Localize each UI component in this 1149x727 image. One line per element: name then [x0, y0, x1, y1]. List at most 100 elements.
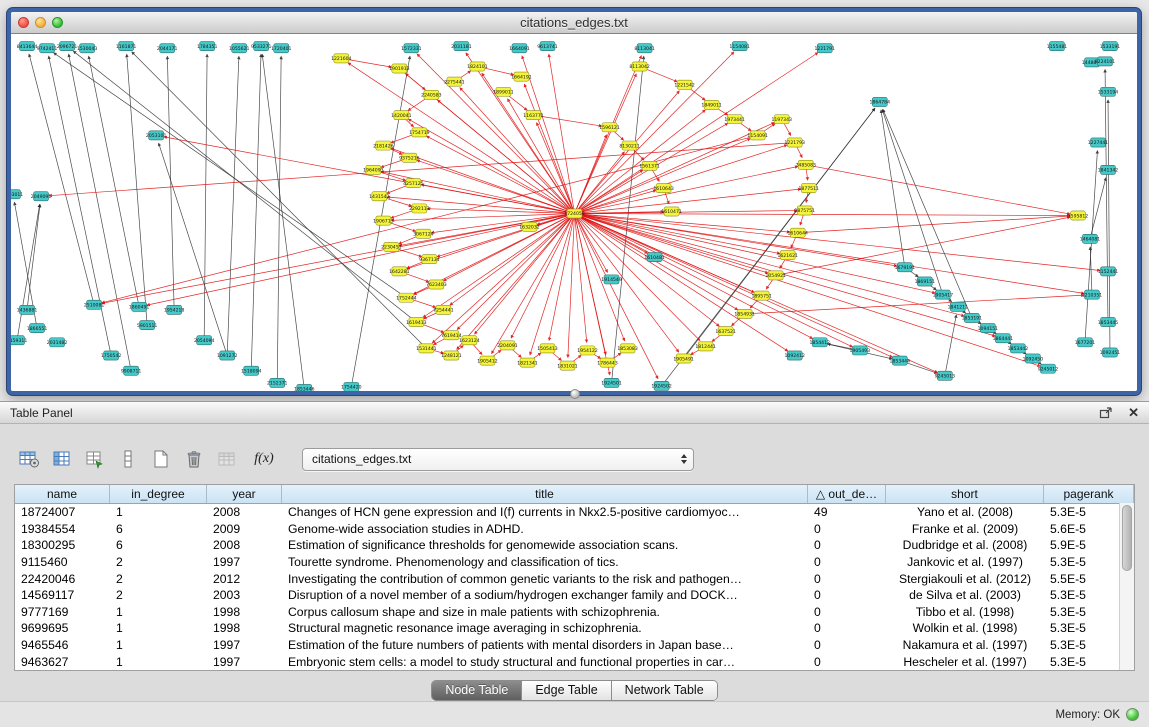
row-height-icon[interactable]: [115, 446, 141, 472]
network-node[interactable]: 1642281: [389, 267, 410, 276]
network-node[interactable]: 1679191: [895, 263, 916, 272]
create-new-table-icon[interactable]: [148, 446, 174, 472]
network-node[interactable]: 1092450: [1023, 354, 1044, 363]
network-node[interactable]: 1094151: [978, 324, 999, 333]
column-header-name[interactable]: name: [15, 485, 110, 503]
network-node[interactable]: 1055621: [229, 44, 250, 53]
column-header-in_degree[interactable]: in_degree: [110, 485, 207, 503]
network-node[interactable]: 1595812: [1068, 211, 1089, 220]
network-node[interactable]: 1227441: [1088, 138, 1109, 147]
network-node[interactable]: 1954122: [577, 346, 598, 355]
network-node[interactable]: 9224101: [1095, 57, 1116, 66]
network-node[interactable]: 1964093: [363, 165, 384, 174]
network-node[interactable]: 9159311: [11, 336, 27, 345]
table-row[interactable]: 2242004622012Investigating the contribut…: [15, 570, 1134, 587]
network-node[interactable]: 9375216: [399, 153, 420, 162]
column-header-title[interactable]: title: [282, 485, 808, 503]
network-node[interactable]: 1221542: [674, 80, 695, 89]
table-row[interactable]: 946554611997Estimation of the future num…: [15, 637, 1134, 654]
network-node[interactable]: 1152441: [1098, 267, 1119, 276]
table-row[interactable]: 946362711997Embryonic stem cells: a mode…: [15, 653, 1134, 670]
network-node[interactable]: 1812441: [695, 342, 716, 351]
network-node[interactable]: 1849011: [701, 100, 722, 109]
table-row[interactable]: 1872400712008Changes of HCN gene express…: [15, 504, 1134, 521]
network-node[interactable]: 1221604: [331, 54, 352, 63]
network-node[interactable]: 1092451: [1100, 348, 1121, 357]
network-node[interactable]: 1664191: [511, 72, 532, 81]
network-node[interactable]: 2292113: [409, 204, 430, 213]
tab-edge-table[interactable]: Edge Table: [522, 681, 611, 700]
network-node[interactable]: 1973441: [724, 115, 745, 124]
network-node[interactable]: 1091272: [217, 351, 238, 360]
network-node[interactable]: 1436881: [17, 305, 38, 314]
network-node[interactable]: 1054921: [765, 271, 786, 280]
network-node[interactable]: 1901913: [389, 64, 410, 73]
network-node[interactable]: 1561371: [639, 161, 660, 170]
function-builder-button[interactable]: f(x): [247, 447, 281, 471]
network-node[interactable]: 1877511: [798, 184, 819, 193]
network-node[interactable]: 1841342: [1098, 165, 1119, 174]
network-node[interactable]: 8113041: [634, 44, 655, 53]
minimize-button[interactable]: [35, 17, 46, 28]
column-header-year[interactable]: year: [207, 485, 282, 503]
network-node[interactable]: 1610643: [653, 184, 674, 193]
table-scrollbar[interactable]: [1119, 503, 1134, 670]
column-header-short[interactable]: short: [886, 485, 1044, 503]
network-node[interactable]: 1221791: [814, 44, 835, 53]
network-node[interactable]: 2181426: [373, 141, 394, 150]
network-node[interactable]: 1821341: [517, 358, 538, 367]
network-node[interactable]: 2230451: [381, 242, 402, 251]
network-node[interactable]: 9245013: [935, 371, 956, 380]
tab-network-table[interactable]: Network Table: [612, 681, 717, 700]
network-node[interactable]: 1869151: [915, 277, 936, 286]
network-node[interactable]: 1210351: [1082, 290, 1103, 299]
network-node[interactable]: 1197343: [771, 115, 792, 124]
network-node[interactable]: 1531441: [416, 344, 437, 353]
network-node[interactable]: 9245012: [1038, 364, 1059, 373]
network-node[interactable]: 1248121: [441, 351, 462, 360]
network-node[interactable]: 1572331: [401, 44, 422, 53]
network-node[interactable]: 1914549: [601, 275, 622, 284]
network-graph[interactable]: 1724059841364497424112096721153004311618…: [11, 34, 1137, 391]
window-titlebar[interactable]: citations_edges.txt: [11, 12, 1137, 34]
network-node[interactable]: 1664091: [509, 44, 530, 53]
network-node[interactable]: 1899011: [493, 87, 514, 96]
network-node[interactable]: 1610644: [787, 228, 808, 237]
delete-table-icon[interactable]: [181, 446, 207, 472]
show-columns-icon[interactable]: [49, 446, 75, 472]
network-node[interactable]: 2044171: [157, 44, 178, 53]
network-node[interactable]: 7254441: [433, 305, 454, 314]
network-node[interactable]: 7485083: [795, 160, 816, 169]
network-node[interactable]: 1854412: [809, 338, 830, 347]
network-node[interactable]: 2204091: [497, 341, 518, 350]
close-button[interactable]: [18, 17, 29, 28]
network-node[interactable]: 1518094: [241, 366, 262, 375]
network-node[interactable]: 1905491: [673, 354, 694, 363]
network-node[interactable]: 1786443: [597, 358, 618, 367]
network-node[interactable]: 1610481: [644, 253, 665, 262]
network-node[interactable]: 1155481: [1047, 42, 1068, 51]
network-node[interactable]: 1875751: [794, 206, 815, 215]
network-node[interactable]: 1637521: [715, 327, 736, 336]
network-node[interactable]: 1610471: [661, 207, 682, 216]
network-node[interactable]: 2054094: [194, 336, 215, 345]
network-node[interactable]: 1841211: [948, 302, 969, 311]
table-row[interactable]: 911546021997Tourette syndrome. Phenomeno…: [15, 554, 1134, 571]
float-panel-icon[interactable]: [1098, 405, 1114, 421]
network-node[interactable]: 8113042: [629, 62, 650, 71]
network-node[interactable]: 1533194: [1098, 87, 1119, 96]
network-node[interactable]: 2275441: [444, 77, 465, 86]
network-node[interactable]: 1784351: [197, 42, 218, 51]
network-node[interactable]: 1906713: [373, 216, 394, 225]
network-node[interactable]: 1596121: [599, 123, 620, 132]
table-row[interactable]: 1456911722003Disruption of a novel membe…: [15, 587, 1134, 604]
import-table-icon[interactable]: [214, 446, 240, 472]
network-node[interactable]: 1161871: [116, 42, 137, 51]
table-selector-combobox[interactable]: citations_edges.txt: [302, 448, 694, 471]
network-node[interactable]: 1954218: [164, 305, 185, 314]
network-node[interactable]: 1864784: [870, 97, 891, 106]
panel-splitter[interactable]: [0, 387, 1149, 401]
network-node[interactable]: 2031181: [451, 42, 472, 51]
network-node[interactable]: 2096721: [57, 42, 78, 51]
network-node[interactable]: 9742411: [37, 44, 58, 53]
